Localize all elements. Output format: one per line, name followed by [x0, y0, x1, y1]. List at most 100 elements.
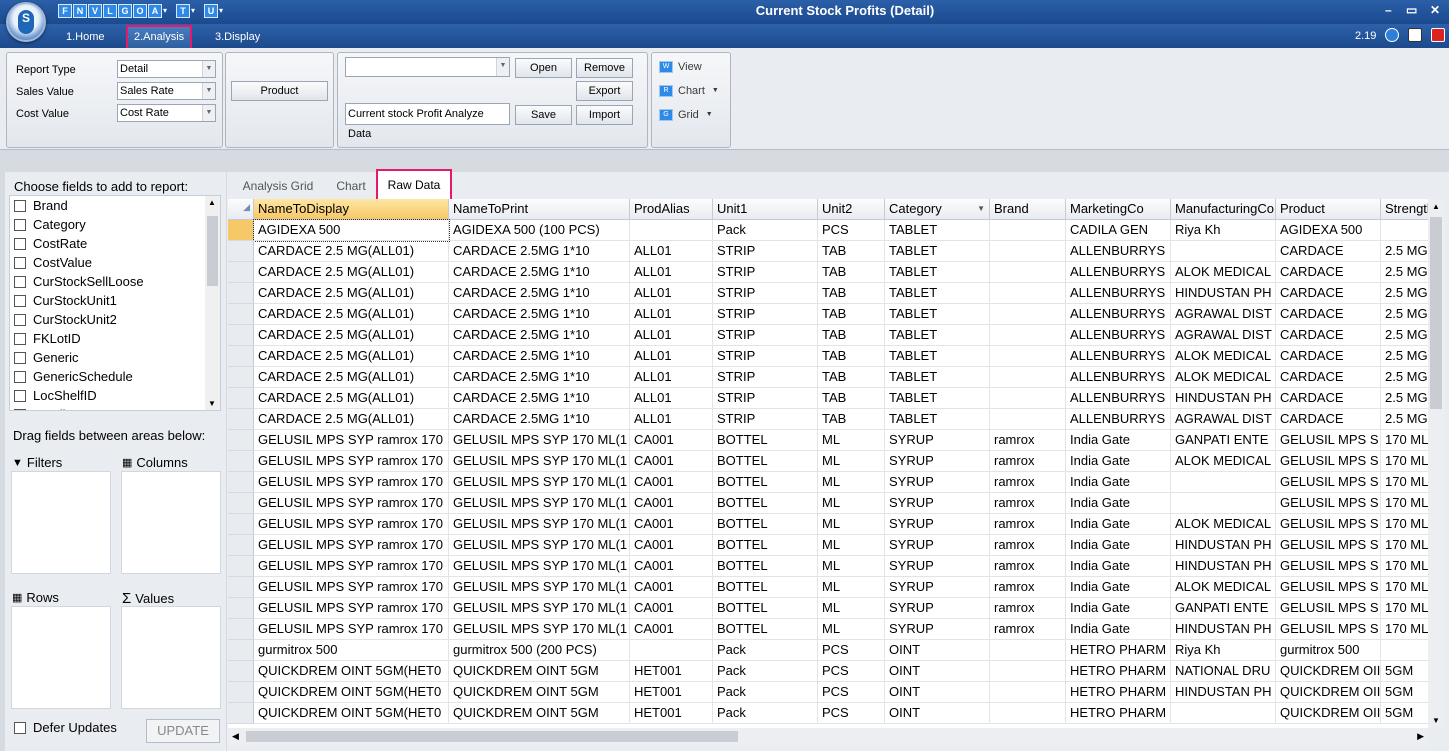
table-cell[interactable]: TABLET — [885, 346, 990, 367]
table-cell[interactable] — [1171, 493, 1276, 514]
table-cell[interactable]: GELUSIL MPS S — [1276, 556, 1381, 577]
table-cell[interactable]: India Gate — [1066, 556, 1171, 577]
table-cell[interactable]: CARDACE 2.5 MG(ALL01) — [254, 241, 449, 262]
table-cell[interactable]: gurmitrox 500 (200 PCS) — [449, 640, 630, 661]
table-cell[interactable]: GELUSIL MPS S — [1276, 493, 1381, 514]
update-button[interactable]: UPDATE — [146, 719, 220, 743]
table-cell[interactable]: ALL01 — [630, 409, 713, 430]
grid-vertical-scrollbar[interactable]: ▲ ▼ — [1428, 199, 1444, 728]
table-cell[interactable]: CARDACE — [1276, 409, 1381, 430]
table-cell[interactable]: QUICKDREM OINT 5GM — [449, 682, 630, 703]
table-cell[interactable]: GELUSIL MPS SYP 170 ML(1 — [449, 493, 630, 514]
table-cell[interactable]: SYRUP — [885, 451, 990, 472]
column-header[interactable]: MarketingCo — [1066, 199, 1171, 220]
close-icon[interactable]: ✕ — [1430, 3, 1440, 17]
table-cell[interactable]: India Gate — [1066, 472, 1171, 493]
table-cell[interactable]: ALLENBURRYS — [1066, 367, 1171, 388]
table-cell[interactable]: ramrox — [990, 556, 1066, 577]
row-header[interactable] — [228, 220, 254, 241]
checkbox-icon[interactable] — [14, 370, 26, 383]
filters-area[interactable] — [11, 471, 111, 574]
checkbox-icon[interactable] — [14, 389, 26, 402]
table-cell[interactable] — [990, 409, 1066, 430]
table-cell[interactable]: GELUSIL MPS SYP ramrox 170 — [254, 451, 449, 472]
table-cell[interactable]: QUICKDREM OII — [1276, 661, 1381, 682]
table-cell[interactable]: Pack — [713, 640, 818, 661]
table-cell[interactable]: 170 ML — [1381, 451, 1428, 472]
checkbox-icon[interactable] — [14, 294, 26, 307]
exit-icon[interactable] — [1431, 28, 1445, 42]
table-cell[interactable]: CARDACE — [1276, 388, 1381, 409]
table-cell[interactable]: STRIP — [713, 367, 818, 388]
table-cell[interactable]: CARDACE — [1276, 304, 1381, 325]
table-cell[interactable]: GANPATI ENTE — [1171, 598, 1276, 619]
table-cell[interactable]: ALOK MEDICAL — [1171, 367, 1276, 388]
columns-area[interactable] — [121, 471, 221, 574]
table-cell[interactable]: TABLET — [885, 304, 990, 325]
table-cell[interactable]: ALL01 — [630, 283, 713, 304]
table-cell[interactable]: 2.5 MG — [1381, 367, 1428, 388]
table-cell[interactable]: STRIP — [713, 409, 818, 430]
table-cell[interactable]: AGRAWAL DIST — [1171, 325, 1276, 346]
cost-value-combo[interactable]: Cost Rate ▼ — [117, 104, 216, 122]
table-cell[interactable]: GELUSIL MPS SYP ramrox 170 — [254, 472, 449, 493]
table-cell[interactable] — [1171, 472, 1276, 493]
table-cell[interactable]: GELUSIL MPS SYP 170 ML(1 — [449, 598, 630, 619]
table-cell[interactable]: CARDACE 2.5MG 1*10 — [449, 388, 630, 409]
table-cell[interactable]: QUICKDREM OII — [1276, 682, 1381, 703]
row-header[interactable] — [228, 535, 254, 556]
table-cell[interactable]: India Gate — [1066, 619, 1171, 640]
table-cell[interactable]: 170 ML — [1381, 619, 1428, 640]
table-cell[interactable]: GELUSIL MPS S — [1276, 430, 1381, 451]
table-cell[interactable]: HETRO PHARM — [1066, 682, 1171, 703]
checkbox-icon[interactable] — [14, 332, 26, 345]
row-header[interactable] — [228, 493, 254, 514]
table-cell[interactable]: GELUSIL MPS SYP 170 ML(1 — [449, 472, 630, 493]
table-cell[interactable]: Pack — [713, 682, 818, 703]
field-item[interactable]: LotAlias — [14, 405, 79, 410]
table-cell[interactable]: PCS — [818, 682, 885, 703]
tab-analysis-grid[interactable]: Analysis Grid — [232, 175, 324, 199]
table-cell[interactable]: CA001 — [630, 598, 713, 619]
table-cell[interactable]: ramrox — [990, 472, 1066, 493]
table-cell[interactable]: GELUSIL MPS SYP ramrox 170 — [254, 430, 449, 451]
table-cell[interactable]: TAB — [818, 409, 885, 430]
table-cell[interactable]: GELUSIL MPS SYP ramrox 170 — [254, 577, 449, 598]
table-cell[interactable]: GELUSIL MPS SYP 170 ML(1 — [449, 619, 630, 640]
table-cell[interactable]: CA001 — [630, 451, 713, 472]
table-cell[interactable]: ALLENBURRYS — [1066, 304, 1171, 325]
table-cell[interactable]: ML — [818, 493, 885, 514]
table-cell[interactable]: BOTTEL — [713, 535, 818, 556]
table-cell[interactable]: ALLENBURRYS — [1066, 283, 1171, 304]
table-cell[interactable]: ALLENBURRYS — [1066, 388, 1171, 409]
table-cell[interactable]: SYRUP — [885, 577, 990, 598]
table-cell[interactable]: QUICKDREM OINT 5GM(HET0 — [254, 682, 449, 703]
table-cell[interactable]: Riya Kh — [1171, 220, 1276, 241]
table-cell[interactable]: AGRAWAL DIST — [1171, 409, 1276, 430]
field-item[interactable]: CurStockSellLoose — [14, 272, 144, 291]
table-cell[interactable]: SYRUP — [885, 430, 990, 451]
quick-access-a-button[interactable]: A — [148, 4, 162, 18]
table-cell[interactable]: CA001 — [630, 514, 713, 535]
column-header[interactable]: NameToDisplay — [254, 199, 449, 220]
table-cell[interactable]: AGRAWAL DIST — [1171, 304, 1276, 325]
table-cell[interactable]: STRIP — [713, 388, 818, 409]
table-cell[interactable]: OINT — [885, 682, 990, 703]
field-item[interactable]: FKLotID — [14, 329, 81, 348]
table-cell[interactable]: QUICKDREM OINT 5GM — [449, 661, 630, 682]
table-cell[interactable] — [990, 241, 1066, 262]
table-cell[interactable] — [990, 640, 1066, 661]
table-cell[interactable]: HET001 — [630, 703, 713, 724]
table-cell[interactable]: HINDUSTAN PH — [1171, 619, 1276, 640]
table-cell[interactable]: India Gate — [1066, 577, 1171, 598]
table-cell[interactable] — [1381, 640, 1428, 661]
quick-access-u-button[interactable]: U — [204, 4, 218, 18]
row-header[interactable] — [228, 619, 254, 640]
table-cell[interactable]: ramrox — [990, 493, 1066, 514]
table-cell[interactable]: TABLET — [885, 262, 990, 283]
table-cell[interactable]: 170 ML — [1381, 577, 1428, 598]
quick-access-t-button[interactable]: T — [176, 4, 190, 18]
table-cell[interactable]: HETRO PHARM — [1066, 703, 1171, 724]
field-item[interactable]: CurStockUnit2 — [14, 310, 117, 329]
table-cell[interactable]: gurmitrox 500 — [1276, 640, 1381, 661]
